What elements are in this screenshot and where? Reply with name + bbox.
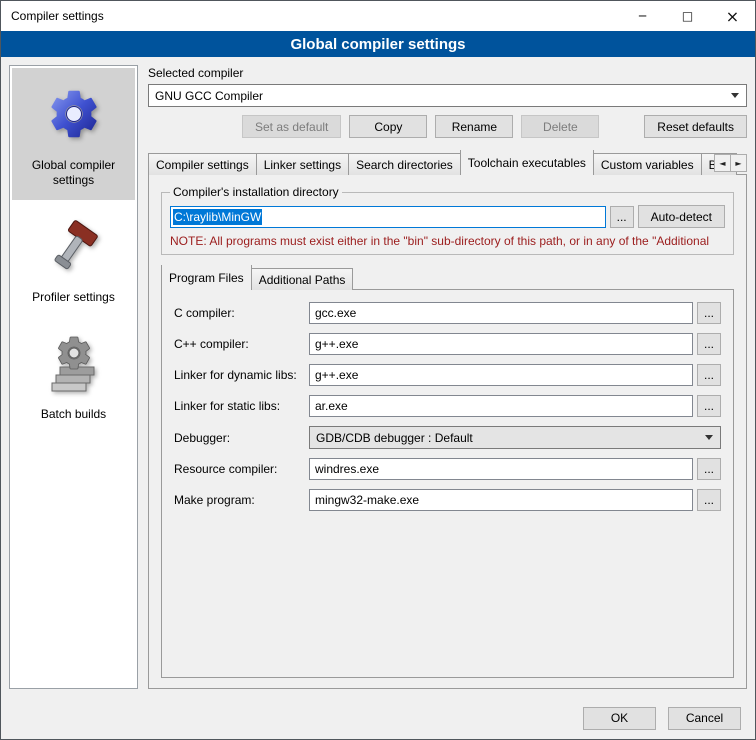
- sidebar-item-profiler-settings[interactable]: Profiler settings: [12, 200, 135, 317]
- tab-additional-paths[interactable]: Additional Paths: [251, 268, 354, 290]
- field-row-make-program: Make program: ...: [174, 489, 721, 511]
- compiler-settings-dialog: Compiler settings ─ □ × Global compiler …: [0, 0, 756, 740]
- sidebar-item-label: Batch builds: [41, 407, 106, 422]
- auto-detect-button[interactable]: Auto-detect: [638, 205, 725, 228]
- chevron-down-icon: [731, 93, 739, 98]
- set-as-default-button[interactable]: Set as default: [242, 115, 341, 138]
- dialog-footer: OK Cancel: [1, 697, 755, 739]
- tab-toolchain-executables[interactable]: Toolchain executables: [460, 150, 594, 175]
- sidebar-item-label: Global compiler settings: [14, 158, 133, 188]
- static-linker-input[interactable]: [309, 395, 693, 417]
- browse-static-linker-button[interactable]: ...: [697, 395, 721, 417]
- browse-cpp-compiler-button[interactable]: ...: [697, 333, 721, 355]
- minimize-button[interactable]: ─: [620, 1, 665, 31]
- browse-resource-compiler-button[interactable]: ...: [697, 458, 721, 480]
- make-program-label: Make program:: [174, 493, 309, 507]
- make-program-input[interactable]: [309, 489, 693, 511]
- debugger-label: Debugger:: [174, 431, 309, 445]
- sidebar-item-label: Profiler settings: [32, 290, 115, 305]
- browse-install-dir-button[interactable]: ...: [610, 206, 634, 228]
- tab-search-directories[interactable]: Search directories: [348, 153, 461, 175]
- field-row-c-compiler: C compiler: ...: [174, 302, 721, 324]
- settings-sidebar: Global compiler settings Profiler settin…: [9, 65, 138, 689]
- field-row-static-linker: Linker for static libs: ...: [174, 395, 721, 417]
- browse-make-program-button[interactable]: ...: [697, 489, 721, 511]
- copy-button[interactable]: Copy: [349, 115, 427, 138]
- compiler-select[interactable]: GNU GCC Compiler: [148, 84, 747, 107]
- window-title: Compiler settings: [1, 1, 620, 31]
- resource-compiler-label: Resource compiler:: [174, 462, 309, 476]
- field-row-dynamic-linker: Linker for dynamic libs: ...: [174, 364, 721, 386]
- batch-builds-icon: [42, 331, 106, 395]
- tab-compiler-settings[interactable]: Compiler settings: [148, 153, 257, 175]
- c-compiler-input[interactable]: [309, 302, 693, 324]
- profiler-icon: [42, 214, 106, 278]
- sidebar-item-global-compiler-settings[interactable]: Global compiler settings: [12, 68, 135, 200]
- titlebar: Compiler settings ─ □ ×: [1, 1, 755, 31]
- blue-gear-icon: [42, 82, 106, 146]
- dialog-body: Global compiler settings Profiler settin…: [1, 57, 755, 697]
- toolchain-executables-panel: Compiler's installation directory C:\ray…: [148, 174, 747, 689]
- tab-scroll-arrows: ◄ ►: [715, 154, 747, 172]
- install-path-selected-text: C:\raylib\MinGW: [173, 209, 262, 225]
- program-files-panel: C compiler: ... C++ compiler: ... Linker…: [161, 289, 734, 678]
- note-text: NOTE: All programs must exist either in …: [170, 234, 725, 248]
- install-path-input[interactable]: C:\raylib\MinGW: [170, 206, 606, 228]
- tab-scroll-right-button[interactable]: ►: [730, 154, 747, 172]
- tab-program-files[interactable]: Program Files: [161, 265, 252, 290]
- cancel-button[interactable]: Cancel: [668, 707, 741, 730]
- compiler-actions: Set as default Copy Rename Delete Reset …: [148, 115, 747, 138]
- compiler-select-value: GNU GCC Compiler: [155, 89, 263, 103]
- field-row-debugger: Debugger: GDB/CDB debugger : Default: [174, 426, 721, 449]
- dynamic-linker-label: Linker for dynamic libs:: [174, 368, 309, 382]
- field-row-resource-compiler: Resource compiler: ...: [174, 458, 721, 480]
- tab-scroll-left-button[interactable]: ◄: [714, 154, 731, 172]
- sidebar-item-batch-builds[interactable]: Batch builds: [12, 317, 135, 434]
- maximize-button[interactable]: □: [665, 1, 710, 31]
- chevron-down-icon: [705, 435, 713, 440]
- debugger-select[interactable]: GDB/CDB debugger : Default: [309, 426, 721, 449]
- installation-directory-group: Compiler's installation directory C:\ray…: [161, 185, 734, 255]
- dynamic-linker-input[interactable]: [309, 364, 693, 386]
- tab-custom-variables[interactable]: Custom variables: [593, 153, 702, 175]
- resource-compiler-input[interactable]: [309, 458, 693, 480]
- rename-button[interactable]: Rename: [435, 115, 513, 138]
- settings-tabstrip: Compiler settings Linker settings Search…: [148, 150, 747, 175]
- dialog-header: Global compiler settings: [1, 31, 755, 57]
- programs-tabstrip: Program Files Additional Paths: [161, 265, 734, 290]
- main-panel: Selected compiler GNU GCC Compiler Set a…: [148, 65, 747, 689]
- cpp-compiler-label: C++ compiler:: [174, 337, 309, 351]
- field-row-cpp-compiler: C++ compiler: ...: [174, 333, 721, 355]
- debugger-select-value: GDB/CDB debugger : Default: [316, 431, 473, 445]
- browse-dynamic-linker-button[interactable]: ...: [697, 364, 721, 386]
- delete-button[interactable]: Delete: [521, 115, 599, 138]
- static-linker-label: Linker for static libs:: [174, 399, 309, 413]
- cpp-compiler-input[interactable]: [309, 333, 693, 355]
- installation-directory-group-title: Compiler's installation directory: [170, 185, 342, 199]
- close-button[interactable]: ×: [710, 1, 755, 31]
- installation-directory-row: C:\raylib\MinGW ... Auto-detect: [170, 205, 725, 228]
- selected-compiler-label: Selected compiler: [148, 66, 747, 80]
- tab-linker-settings[interactable]: Linker settings: [256, 153, 349, 175]
- reset-defaults-button[interactable]: Reset defaults: [644, 115, 747, 138]
- ok-button[interactable]: OK: [583, 707, 656, 730]
- browse-c-compiler-button[interactable]: ...: [697, 302, 721, 324]
- c-compiler-label: C compiler:: [174, 306, 309, 320]
